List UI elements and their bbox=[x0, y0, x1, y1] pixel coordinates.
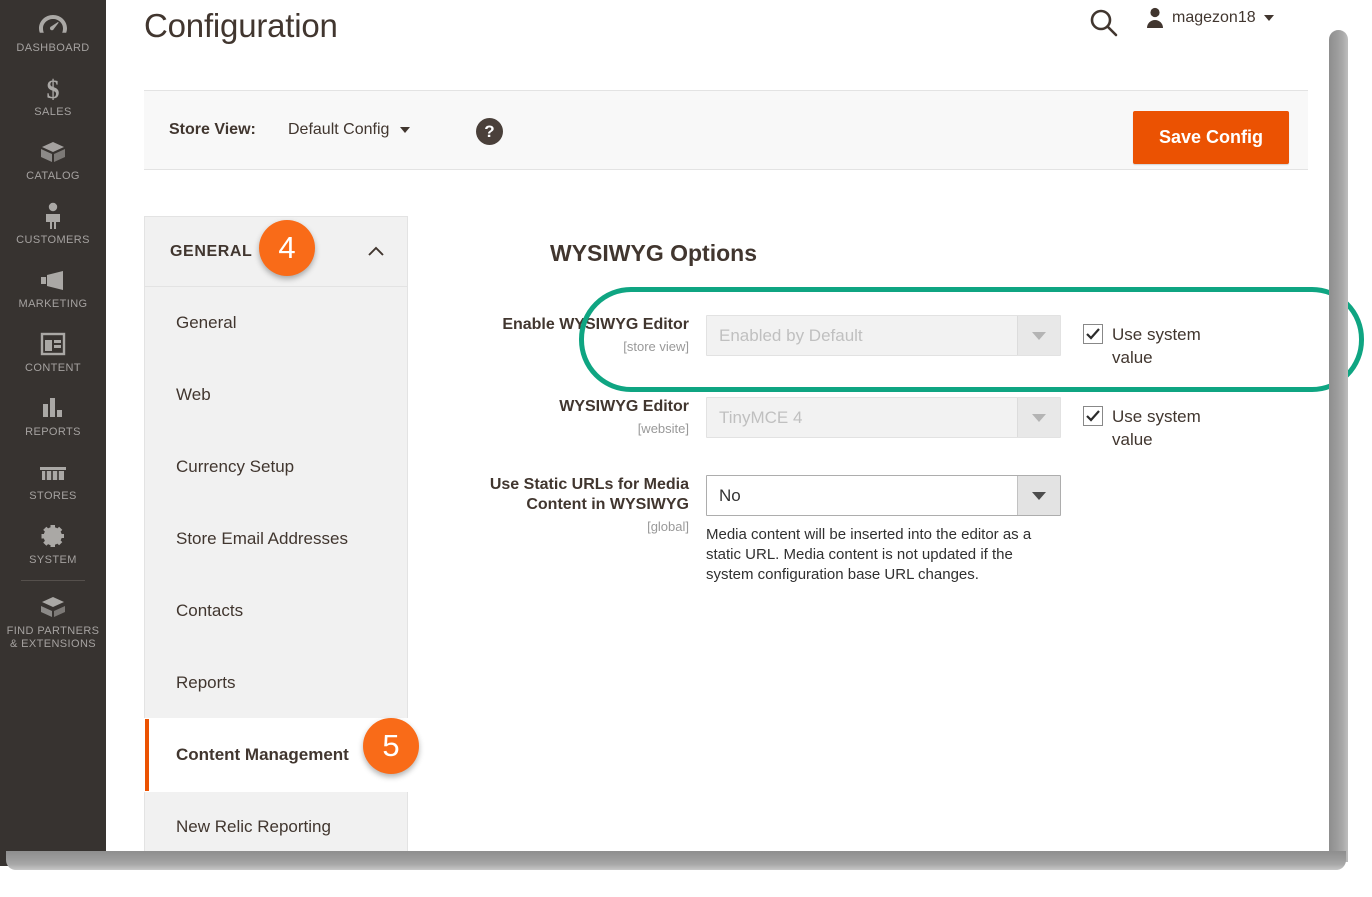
layout-icon bbox=[36, 329, 70, 359]
field-use-static-urls: Use Static URLs for Media Content in WYS… bbox=[436, 475, 1061, 585]
user-menu[interactable]: magezon18 bbox=[1146, 7, 1274, 29]
store-view-label: Store View: bbox=[169, 121, 256, 139]
sidebar-item-marketing[interactable]: MARKETING bbox=[0, 256, 106, 320]
field-label: WYSIWYG Editor [website] bbox=[436, 397, 706, 451]
enable-wysiwyg-editor-select[interactable]: Enabled by Default bbox=[706, 315, 1061, 356]
config-menu-item-general[interactable]: General bbox=[145, 287, 407, 359]
use-static-urls-select[interactable]: No bbox=[706, 475, 1061, 516]
dollar-icon: $ bbox=[36, 73, 70, 103]
window-frame-bottom bbox=[6, 851, 1346, 870]
field-label: Enable WYSIWYG Editor [store view] bbox=[436, 315, 706, 369]
username-label: magezon18 bbox=[1172, 9, 1256, 27]
select-wrapper: TinyMCE 4 bbox=[706, 397, 1061, 438]
use-system-value-label: Use system value bbox=[1112, 405, 1222, 451]
sidebar-item-content[interactable]: CONTENT bbox=[0, 320, 106, 384]
sidebar-item-system[interactable]: SYSTEM bbox=[0, 512, 106, 576]
browser-window: DASHBOARD $ SALES CATALOG CUSTOMERS MARK… bbox=[0, 0, 1372, 897]
sidebar-item-label: CUSTOMERS bbox=[16, 234, 90, 247]
page-title: Configuration bbox=[144, 7, 338, 45]
section-title: WYSIWYG Options bbox=[550, 240, 757, 267]
checkbox-checked-icon bbox=[1083, 406, 1103, 426]
sidebar-item-reports[interactable]: REPORTS bbox=[0, 384, 106, 448]
wysiwyg-editor-select[interactable]: TinyMCE 4 bbox=[706, 397, 1061, 438]
megaphone-icon bbox=[36, 265, 70, 295]
sidebar-divider bbox=[21, 580, 85, 581]
config-menu-group-label: GENERAL bbox=[170, 243, 252, 261]
field-enable-wysiwyg-editor: Enable WYSIWYG Editor [store view] Enabl… bbox=[436, 315, 1233, 369]
help-glyph: ? bbox=[484, 122, 494, 142]
config-menu-item-label: Contacts bbox=[176, 601, 243, 621]
sidebar-item-label: CONTENT bbox=[25, 362, 81, 375]
page-header: Configuration magezon18 bbox=[106, 0, 1346, 76]
dashboard-icon bbox=[36, 9, 70, 39]
config-menu-item-label: Store Email Addresses bbox=[176, 529, 348, 549]
save-config-button[interactable]: Save Config bbox=[1133, 111, 1289, 164]
config-menu-item-label: General bbox=[176, 313, 236, 333]
bar-chart-icon bbox=[36, 393, 70, 423]
select-wrapper: No bbox=[706, 475, 1061, 516]
field-scope: [global] bbox=[436, 517, 689, 537]
sidebar-item-label: CATALOG bbox=[26, 170, 80, 183]
sidebar-item-label: SYSTEM bbox=[29, 554, 77, 567]
sidebar-item-label: FIND PARTNERS & EXTENSIONS bbox=[7, 625, 100, 651]
admin-sidebar: DASHBOARD $ SALES CATALOG CUSTOMERS MARK… bbox=[0, 0, 106, 866]
store-view-select[interactable]: Default Config bbox=[288, 121, 410, 139]
field-note: Media content will be inserted into the … bbox=[706, 525, 1061, 585]
config-menu-item-label: Currency Setup bbox=[176, 457, 294, 477]
field-scope: [website] bbox=[436, 419, 689, 439]
window-frame-right bbox=[1329, 30, 1348, 862]
field-label-text: Use Static URLs for Media Content in WYS… bbox=[490, 476, 689, 513]
sidebar-item-dashboard[interactable]: DASHBOARD bbox=[0, 0, 106, 64]
use-system-value-enable-wysiwyg[interactable]: Use system value bbox=[1083, 315, 1233, 369]
sidebar-item-label: STORES bbox=[29, 490, 76, 503]
chevron-up-icon bbox=[367, 244, 385, 256]
sidebar-item-label: MARKETING bbox=[19, 298, 88, 311]
sidebar-item-sales[interactable]: $ SALES bbox=[0, 64, 106, 128]
sidebar-item-label: SALES bbox=[34, 106, 71, 119]
sidebar-item-label: DASHBOARD bbox=[16, 42, 89, 55]
sidebar-item-find-partners[interactable]: FIND PARTNERS & EXTENSIONS bbox=[0, 583, 106, 660]
config-menu-item-reports[interactable]: Reports bbox=[145, 647, 407, 719]
checkbox-checked-icon bbox=[1083, 324, 1103, 344]
sidebar-item-stores[interactable]: STORES bbox=[0, 448, 106, 512]
config-menu: GENERAL General Web Currency Setup Store… bbox=[144, 216, 408, 863]
storefront-icon bbox=[36, 457, 70, 487]
step-badge-5: 5 bbox=[363, 718, 419, 774]
config-menu-item-label: Reports bbox=[176, 673, 236, 693]
use-system-value-label: Use system value bbox=[1112, 323, 1222, 369]
sidebar-item-catalog[interactable]: CATALOG bbox=[0, 128, 106, 192]
box-icon bbox=[36, 137, 70, 167]
store-view-value: Default Config bbox=[288, 121, 389, 139]
user-icon bbox=[1146, 7, 1164, 29]
config-menu-item-contacts[interactable]: Contacts bbox=[145, 575, 407, 647]
use-system-value-wysiwyg-editor[interactable]: Use system value bbox=[1083, 397, 1233, 451]
field-label-text: Enable WYSIWYG Editor bbox=[502, 316, 689, 333]
config-menu-item-currency-setup[interactable]: Currency Setup bbox=[145, 431, 407, 503]
config-menu-item-label: New Relic Reporting bbox=[176, 817, 331, 837]
extension-box-icon bbox=[36, 592, 70, 622]
chevron-down-icon bbox=[1264, 15, 1274, 21]
config-menu-item-label: Web bbox=[176, 385, 211, 405]
config-menu-item-store-email-addresses[interactable]: Store Email Addresses bbox=[145, 503, 407, 575]
sidebar-item-customers[interactable]: CUSTOMERS bbox=[0, 192, 106, 256]
person-icon bbox=[36, 201, 70, 231]
step-badge-4: 4 bbox=[259, 220, 315, 276]
field-label: Use Static URLs for Media Content in WYS… bbox=[436, 475, 706, 585]
help-icon[interactable]: ? bbox=[476, 118, 503, 145]
field-label-text: WYSIWYG Editor bbox=[559, 398, 689, 415]
search-icon[interactable] bbox=[1087, 6, 1121, 40]
config-menu-item-label: Content Management bbox=[176, 745, 349, 765]
select-wrapper: Enabled by Default bbox=[706, 315, 1061, 356]
svg-text:$: $ bbox=[47, 75, 60, 102]
sidebar-item-label: REPORTS bbox=[25, 426, 81, 439]
chevron-down-icon bbox=[400, 127, 410, 133]
config-menu-item-web[interactable]: Web bbox=[145, 359, 407, 431]
field-scope: [store view] bbox=[436, 337, 689, 357]
field-wysiwyg-editor: WYSIWYG Editor [website] TinyMCE 4 bbox=[436, 397, 1233, 451]
gear-icon bbox=[36, 521, 70, 551]
store-view-bar: Store View: Default Config ? Save Config bbox=[144, 90, 1308, 170]
admin-page: Configuration magezon18 Store View: Defa… bbox=[106, 0, 1346, 866]
